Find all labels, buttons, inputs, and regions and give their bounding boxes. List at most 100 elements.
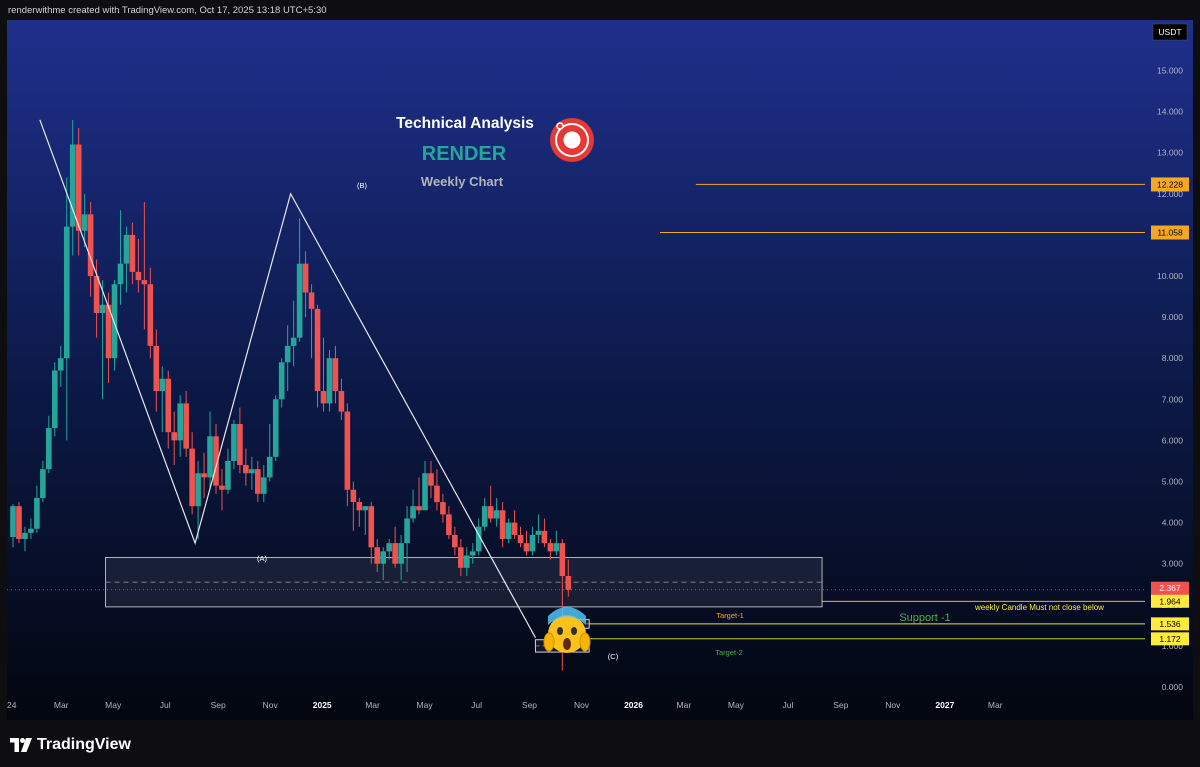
candle-body	[523, 543, 530, 552]
candle-body	[10, 506, 16, 537]
candle-body	[404, 518, 410, 544]
currency-badge: USDT	[1152, 23, 1188, 41]
tradingview-logo[interactable]: TradingView	[10, 736, 131, 754]
support-zone-box	[105, 557, 823, 608]
chart-ticker: RENDER	[422, 143, 507, 165]
candle-body	[266, 456, 273, 478]
candle-body	[565, 576, 572, 590]
candle-body	[332, 358, 339, 392]
tradingview-logo-icon	[10, 738, 32, 752]
candle-body	[511, 522, 518, 535]
candle-body	[559, 543, 566, 577]
y-tick-label: 9.000	[1162, 312, 1184, 322]
x-tick-label: Jul	[160, 700, 171, 710]
y-tick-label: 8.000	[1162, 353, 1184, 363]
chart-title: Technical Analysis	[396, 115, 534, 132]
candle-body	[284, 345, 291, 363]
candle-body	[278, 362, 285, 400]
x-tick-label: Sep	[211, 700, 226, 710]
candle-body	[440, 502, 446, 515]
candle-body	[344, 411, 351, 490]
target-1-label: Target-1	[716, 611, 744, 620]
x-tick-label: Jul	[782, 700, 793, 710]
candle-body	[171, 432, 178, 441]
y-tick-label: 15.000	[1157, 66, 1183, 76]
candle-body	[302, 263, 309, 293]
chart-subtitle: Weekly Chart	[421, 174, 504, 189]
candle-body	[87, 214, 94, 276]
x-tick-label: Mar	[988, 700, 1003, 710]
candle-body	[535, 530, 542, 535]
x-tick-label: Jul	[471, 700, 482, 710]
candle-body	[195, 473, 201, 507]
candle-body	[129, 234, 136, 272]
candle-body	[249, 469, 255, 474]
x-tick-label: 2026	[624, 700, 643, 710]
candle-body	[255, 469, 261, 494]
chart-area[interactable]: Technical Analysis RENDER Weekly Chart w…	[7, 20, 1193, 720]
candle-body	[547, 543, 554, 552]
candle-body	[237, 423, 243, 466]
candle-body	[517, 534, 524, 544]
chart-background	[7, 20, 1193, 720]
candle-note-text: weekly Candle Must not close below	[974, 603, 1104, 612]
candle-body	[183, 403, 189, 449]
candle-body	[541, 530, 548, 544]
y-tick-label: 5.000	[1162, 477, 1184, 487]
x-tick-label: Sep	[833, 700, 848, 710]
candle-body	[153, 345, 160, 392]
candle-body	[117, 263, 124, 285]
candle-body	[553, 543, 560, 552]
candle-body	[63, 226, 70, 359]
candle-body	[320, 391, 327, 404]
candle-body	[446, 514, 452, 535]
candle-body	[159, 378, 166, 392]
price-chart[interactable]: Technical Analysis RENDER Weekly Chart w…	[7, 20, 1193, 720]
candle-body	[422, 473, 428, 511]
candle-body	[165, 378, 172, 433]
price-tag-value: 1.172	[1159, 634, 1181, 644]
candle-body	[28, 528, 34, 533]
candle-body	[296, 263, 303, 338]
candle-body	[46, 428, 52, 470]
chart-attribution: renderwithme created with TradingView.co…	[8, 5, 327, 16]
candle-body	[177, 403, 183, 441]
y-tick-label: 3.000	[1162, 559, 1184, 569]
candle-body	[374, 547, 381, 564]
chart-window: renderwithme created with TradingView.co…	[0, 0, 1200, 767]
candle-body	[458, 547, 464, 568]
candle-body	[272, 399, 279, 457]
candle-body	[260, 477, 267, 494]
x-tick-label: Nov	[885, 700, 901, 710]
price-tag-value: 2.367	[1159, 583, 1181, 593]
footer-bar	[0, 725, 1200, 767]
y-tick-label: 10.000	[1157, 271, 1183, 281]
candle-body	[392, 543, 398, 564]
candle-body	[75, 144, 82, 231]
price-tag-value: 1.964	[1159, 596, 1181, 606]
candle-body	[368, 506, 375, 548]
candle-body	[416, 506, 422, 511]
candle-body	[505, 522, 512, 540]
candle-body	[428, 473, 434, 486]
candle-body	[493, 510, 500, 519]
candle-body	[81, 214, 88, 231]
candle-body	[326, 358, 333, 404]
candle-body	[225, 460, 231, 490]
candle-body	[529, 534, 536, 552]
x-tick-label: Mar	[677, 700, 692, 710]
x-tick-label: 2027	[935, 700, 954, 710]
candle-body	[481, 506, 488, 527]
candle-body	[141, 280, 148, 285]
currency-label: USDT	[1158, 27, 1181, 37]
y-tick-label: 6.000	[1162, 435, 1184, 445]
candle-body	[380, 551, 387, 564]
candle-body	[410, 506, 416, 519]
candle-body	[34, 497, 40, 529]
x-tick-label: 2025	[313, 700, 332, 710]
candle-body	[434, 485, 440, 503]
price-tag-value: 1.536	[1159, 619, 1181, 629]
candle-body	[314, 308, 321, 392]
candle-body	[386, 543, 392, 552]
candle-body	[99, 304, 106, 313]
